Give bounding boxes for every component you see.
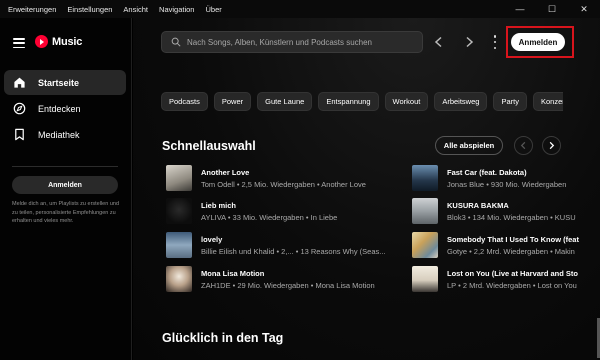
- list-item[interactable]: Fast Car (feat. Dakota) Jonas Blue • 930…: [412, 163, 598, 193]
- youtube-music-logo-icon: [35, 35, 48, 48]
- chip-entspannung[interactable]: Entspannung: [318, 92, 379, 111]
- header-login-button[interactable]: Anmelden: [511, 33, 565, 51]
- list-item[interactable]: Somebody That I Used To Know (feat Gotye…: [412, 230, 598, 260]
- chip-gute-laune[interactable]: Gute Laune: [257, 92, 313, 111]
- compass-icon: [13, 102, 26, 115]
- list-item[interactable]: Lost on You (Live at Harvard and Sto LP …: [412, 264, 598, 294]
- play-all-button[interactable]: Alle abspielen: [435, 136, 503, 155]
- carousel-prev-button[interactable]: [514, 136, 533, 155]
- window-controls: — ☐ ✕: [504, 0, 600, 18]
- close-button[interactable]: ✕: [568, 0, 600, 18]
- window-titlebar: Erweiterungen Einstellungen Ansicht Navi…: [0, 0, 600, 18]
- search-icon: [171, 37, 181, 47]
- sidebar-nav: Startseite Entdecken Mediathek: [4, 70, 126, 148]
- sidebar-item-label: Mediathek: [38, 129, 80, 140]
- track-subtitle: LP • 2 Mrd. Wiedergaben • Lost on You: [447, 280, 577, 290]
- section-title: Glücklich in den Tag: [162, 331, 284, 345]
- track-title[interactable]: Another Love: [201, 168, 366, 177]
- sidebar: Music Startseite Entdecken Mediathek Anm…: [0, 18, 132, 360]
- track-subtitle: Tom Odell • 2,5 Mio. Wiedergaben • Anoth…: [201, 179, 366, 189]
- album-art: [412, 266, 438, 292]
- menu-item-ansicht[interactable]: Ansicht: [123, 5, 148, 14]
- menu-item-einstellungen[interactable]: Einstellungen: [67, 5, 112, 14]
- track-subtitle: ZAH1DE • 29 Mio. Wiedergaben • Mona Lisa…: [201, 280, 375, 290]
- chip-workout[interactable]: Workout: [384, 92, 429, 111]
- main-content: Anmelden Podcasts Power Gute Laune Entsp…: [133, 18, 600, 360]
- sidebar-item-entdecken[interactable]: Entdecken: [4, 96, 126, 121]
- list-item[interactable]: Another Love Tom Odell • 2,5 Mio. Wieder…: [166, 163, 396, 193]
- album-art: [166, 266, 192, 292]
- album-art: [166, 165, 192, 191]
- track-title[interactable]: KUSURA BAKMA: [447, 201, 576, 210]
- chip-podcasts[interactable]: Podcasts: [161, 92, 208, 111]
- track-title[interactable]: Mona Lisa Motion: [201, 269, 375, 278]
- track-title[interactable]: lovely: [201, 235, 386, 244]
- chip-konzentration[interactable]: Konzentration: [532, 92, 563, 111]
- back-button[interactable]: [430, 33, 448, 51]
- track-subtitle: Billie Eilish und Khalid • 2,... • 13 Re…: [201, 246, 386, 256]
- chip-power[interactable]: Power: [213, 92, 252, 111]
- chip-party[interactable]: Party: [493, 92, 527, 111]
- menu-icon[interactable]: [13, 38, 25, 48]
- section-title: Schnellauswahl: [162, 139, 256, 153]
- track-subtitle: Jonas Blue • 930 Mio. Wiedergaben: [447, 179, 567, 189]
- chevron-right-icon: [466, 36, 474, 48]
- album-art: [166, 198, 192, 224]
- album-art: [412, 165, 438, 191]
- chevron-left-icon: [434, 36, 442, 48]
- menu-item-uber[interactable]: Über: [205, 5, 221, 14]
- chip-arbeitsweg[interactable]: Arbeitsweg: [434, 92, 488, 111]
- chevron-right-icon: [549, 141, 555, 150]
- track-title[interactable]: Lieb mich: [201, 201, 337, 210]
- track-subtitle: Blok3 • 134 Mio. Wiedergaben • KUSU: [447, 212, 576, 222]
- sidebar-divider: [12, 166, 118, 167]
- search-bar[interactable]: [161, 31, 423, 53]
- list-item[interactable]: lovely Billie Eilish und Khalid • 2,... …: [166, 230, 396, 260]
- minimize-button[interactable]: —: [504, 0, 536, 18]
- app-logo[interactable]: Music: [35, 35, 82, 48]
- carousel-next-button[interactable]: [542, 136, 561, 155]
- menu-bar: Erweiterungen Einstellungen Ansicht Navi…: [0, 5, 222, 14]
- forward-button[interactable]: [460, 33, 478, 51]
- sidebar-item-startseite[interactable]: Startseite: [4, 70, 126, 95]
- sidebar-login-button[interactable]: Anmelden: [12, 176, 118, 194]
- maximize-button[interactable]: ☐: [536, 0, 568, 18]
- list-item[interactable]: Lieb mich AYLIVA • 33 Mio. Wiedergaben •…: [166, 196, 396, 226]
- mood-chips: Podcasts Power Gute Laune Entspannung Wo…: [161, 92, 563, 111]
- track-title[interactable]: Somebody That I Used To Know (feat: [447, 235, 579, 244]
- more-options-icon[interactable]: [493, 35, 497, 49]
- home-icon: [13, 76, 26, 89]
- search-input[interactable]: [187, 37, 417, 47]
- chevron-left-icon: [520, 141, 526, 150]
- track-title[interactable]: Lost on You (Live at Harvard and Sto: [447, 269, 578, 278]
- album-art: [412, 198, 438, 224]
- sidebar-item-label: Entdecken: [38, 103, 81, 114]
- track-title[interactable]: Fast Car (feat. Dakota): [447, 168, 566, 177]
- sidebar-item-mediathek[interactable]: Mediathek: [4, 122, 126, 147]
- library-icon: [13, 128, 26, 141]
- album-art: [412, 232, 438, 258]
- track-subtitle: AYLIVA • 33 Mio. Wiedergaben • In Liebe: [201, 212, 338, 222]
- app-logo-text: Music: [52, 35, 83, 48]
- list-item[interactable]: Mona Lisa Motion ZAH1DE • 29 Mio. Wieder…: [166, 264, 396, 294]
- sidebar-login-info: Melde dich an, um Playlists zu erstellen…: [12, 201, 119, 224]
- menu-item-navigation[interactable]: Navigation: [159, 5, 194, 14]
- track-subtitle: Gotye • 2,2 Mrd. Wiedergaben • Makin: [447, 246, 575, 256]
- menu-item-erweiterungen[interactable]: Erweiterungen: [8, 5, 56, 14]
- sidebar-item-label: Startseite: [38, 77, 80, 88]
- list-item[interactable]: KUSURA BAKMA Blok3 • 134 Mio. Wiedergabe…: [412, 196, 598, 226]
- album-art: [166, 232, 192, 258]
